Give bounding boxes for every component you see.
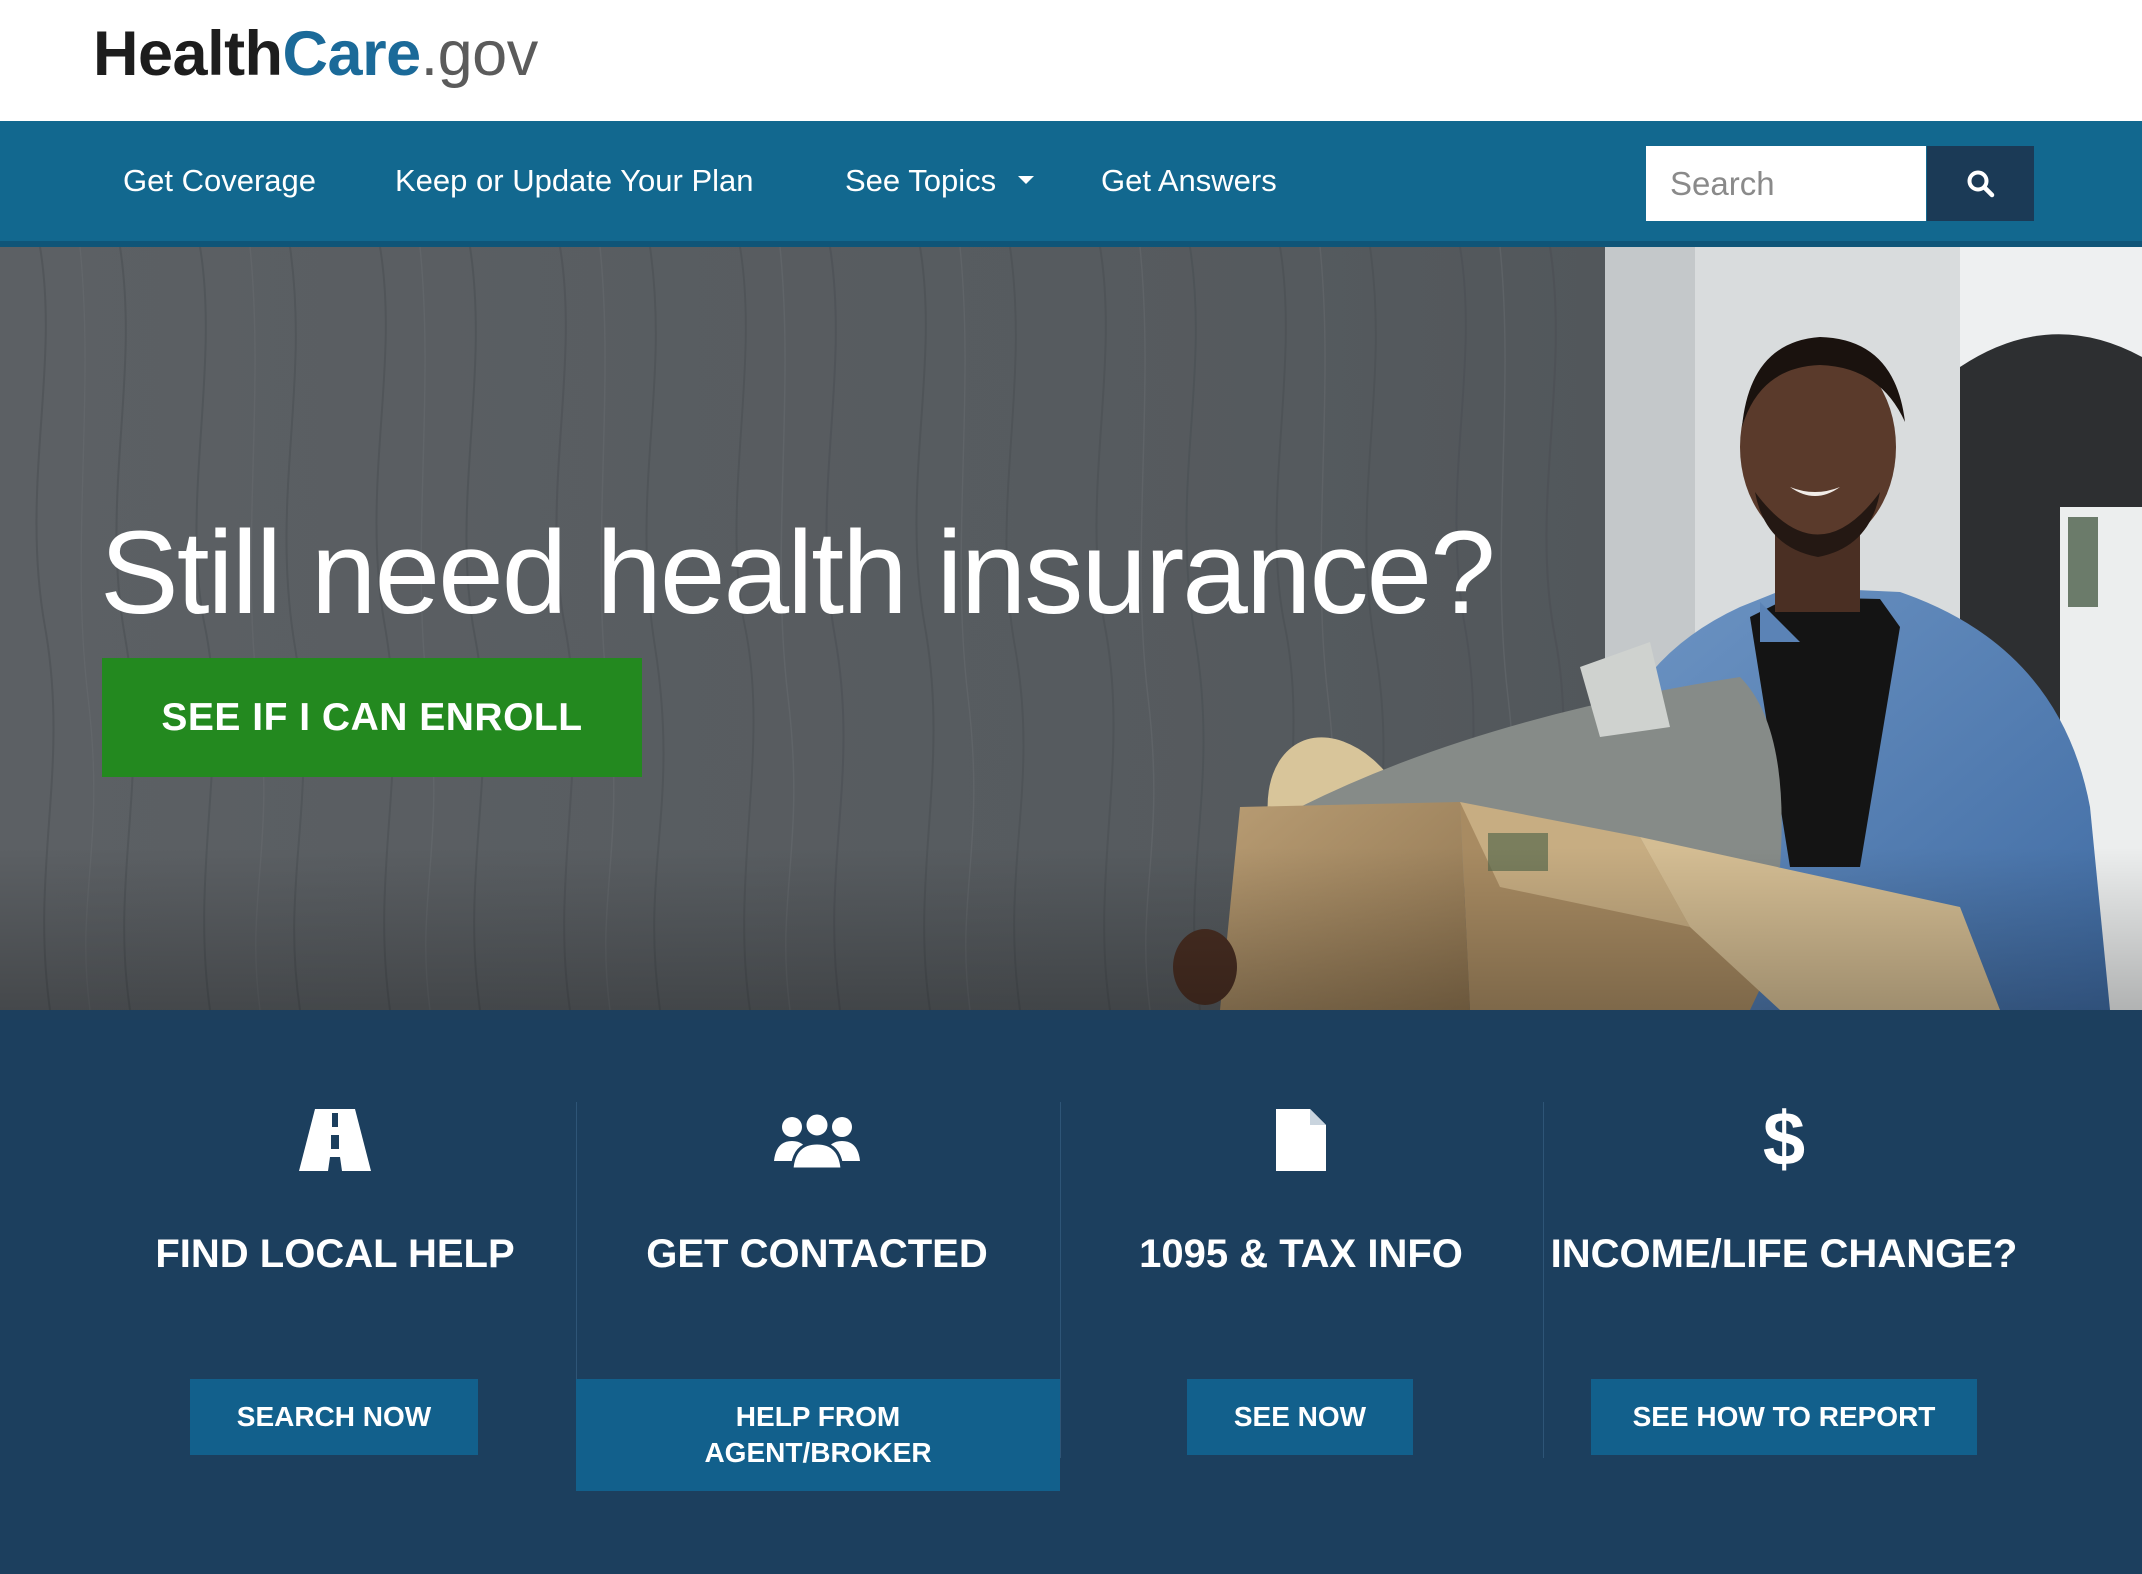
caret-down-icon xyxy=(1018,175,1035,184)
search-input[interactable] xyxy=(1646,146,1926,221)
search-icon xyxy=(1967,170,1994,197)
people-icon xyxy=(772,1102,862,1177)
main-navigation: Get Coverage Keep or Update Your Plan Se… xyxy=(0,121,2142,247)
nav-keep-or-update-plan[interactable]: Keep or Update Your Plan xyxy=(395,163,754,199)
dollar-icon: $ xyxy=(1762,1096,1806,1182)
help-from-agent-broker-button[interactable]: HELP FROM AGENT/BROKER xyxy=(576,1379,1060,1491)
card-1095-tax-info: 1095 & TAX INFO SEE NOW xyxy=(1060,1102,1542,1462)
button-label: HELP FROM AGENT/BROKER xyxy=(704,1401,932,1468)
nav-get-answers[interactable]: Get Answers xyxy=(1101,163,1277,199)
road-icon xyxy=(290,1102,380,1177)
nav-see-topics-label: See Topics xyxy=(845,163,997,198)
see-now-button[interactable]: SEE NOW xyxy=(1187,1379,1413,1455)
card-divider xyxy=(1060,1102,1061,1458)
search-button[interactable] xyxy=(1927,146,2034,221)
search-now-button[interactable]: SEARCH NOW xyxy=(190,1379,478,1455)
card-divider xyxy=(1543,1102,1544,1458)
logo-care-text: Care xyxy=(282,19,422,89)
hero-title: Still need health insurance? xyxy=(100,507,1496,639)
hero-banner: Still need health insurance? SEE IF I CA… xyxy=(0,247,2142,1010)
info-cards: FIND LOCAL HELP SEARCH NOW GET CONTACTED… xyxy=(0,1010,2142,1574)
logo-gov-text: .gov xyxy=(420,19,539,89)
healthcare-gov-logo[interactable]: Health Care .gov xyxy=(93,18,538,98)
nav-get-coverage[interactable]: Get Coverage xyxy=(123,163,316,199)
card-get-contacted: GET CONTACTED HELP FROM AGENT/BROKER xyxy=(576,1102,1060,1491)
document-icon xyxy=(1256,1102,1346,1177)
logo-health-text: Health xyxy=(93,19,283,89)
card-title: INCOME/LIFE CHANGE? xyxy=(1550,1232,2018,1276)
see-how-to-report-button[interactable]: SEE HOW TO REPORT xyxy=(1591,1379,1977,1455)
card-find-local-help: FIND LOCAL HELP SEARCH NOW xyxy=(94,1102,576,1462)
card-income-life-change: $ INCOME/LIFE CHANGE? SEE HOW TO REPORT xyxy=(1543,1096,2025,1462)
card-title: GET CONTACTED xyxy=(646,1232,988,1276)
site-header: Health Care .gov xyxy=(0,0,2142,121)
nav-see-topics[interactable]: See Topics xyxy=(845,163,1035,199)
see-if-i-can-enroll-button[interactable]: SEE IF I CAN ENROLL xyxy=(102,658,642,777)
card-title: FIND LOCAL HELP xyxy=(155,1232,515,1276)
card-title: 1095 & TAX INFO xyxy=(1139,1232,1463,1276)
